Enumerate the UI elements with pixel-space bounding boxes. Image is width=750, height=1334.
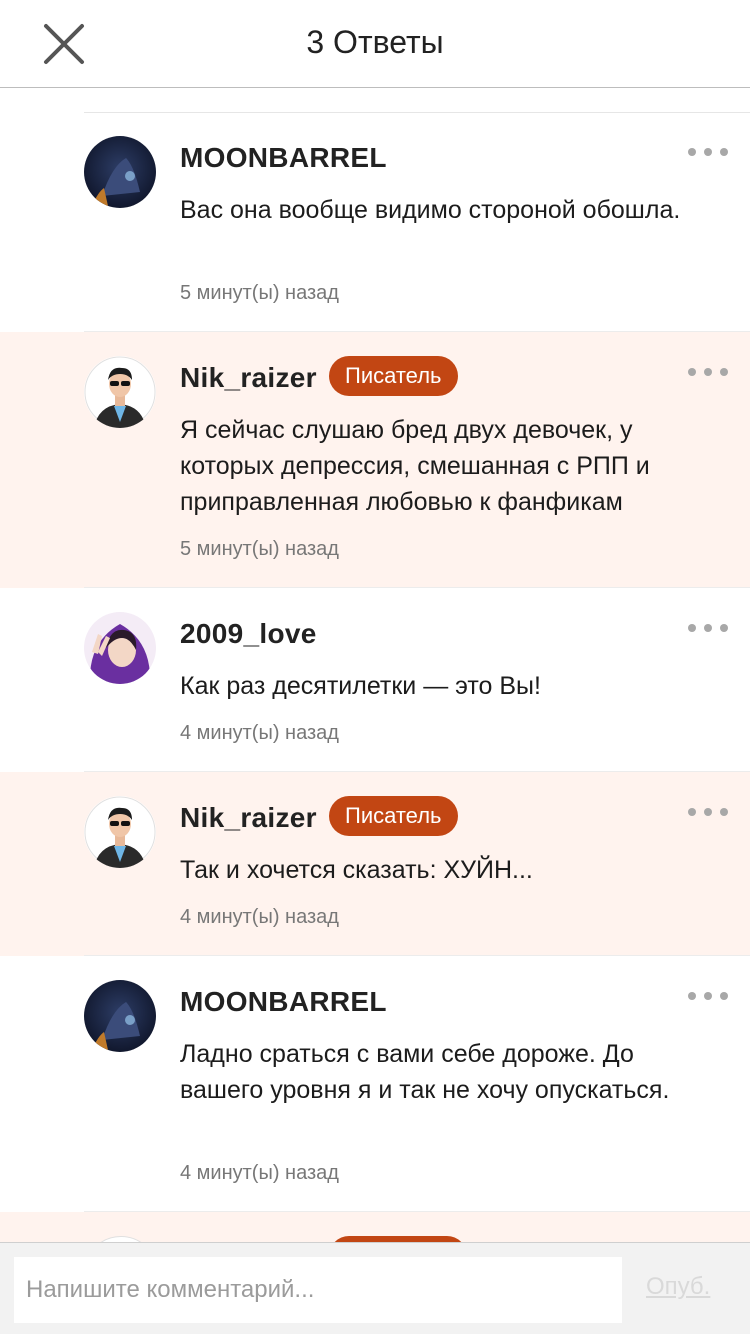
reply-item: Nik_raizer Писатель Так и хочется сказат… <box>0 772 750 956</box>
timestamp: 4 минут(ы) назад <box>180 1162 339 1184</box>
reply-text: Так и хочется сказать: ХУЙН... <box>180 856 533 884</box>
publish-button[interactable]: Опуб. <box>646 1273 710 1301</box>
reply-item <box>0 1212 750 1242</box>
avatar[interactable] <box>84 356 156 428</box>
replies-list[interactable]: MOONBARREL Вас она вообще видимо стороно… <box>0 88 750 1242</box>
writer-badge: Писатель <box>329 796 458 836</box>
page-title: 3 Ответы <box>306 24 444 60</box>
timestamp: 5 минут(ы) назад <box>180 538 339 560</box>
reply-item: MOONBARREL Вас она вообще видимо стороно… <box>0 112 750 332</box>
username[interactable]: Nik_raizer <box>180 802 317 834</box>
writer-badge: Писатель <box>329 356 458 396</box>
username[interactable]: Nik_raizer <box>180 362 317 394</box>
reply-text: Я сейчас слушаю бред двух девочек, у кот… <box>180 416 650 516</box>
timestamp: 4 минут(ы) назад <box>180 906 339 928</box>
reply-item: Nik_raizer Писатель Я сейчас слушаю бред… <box>0 332 750 588</box>
reply-item: 2009_love Как раз десятилетки — это Вы! … <box>0 588 750 772</box>
avatar[interactable] <box>84 612 156 684</box>
header: 3 Ответы <box>0 0 750 88</box>
comment-input[interactable] <box>14 1257 622 1323</box>
username[interactable]: MOONBARREL <box>180 142 387 174</box>
timestamp: 5 минут(ы) назад <box>180 282 339 304</box>
comment-bar: Опуб. <box>0 1242 750 1334</box>
username[interactable]: MOONBARREL <box>180 986 387 1018</box>
reply-text: Вас она вообще видимо стороной обошла. <box>180 196 681 224</box>
more-options-icon[interactable] <box>688 802 728 822</box>
avatar[interactable] <box>84 980 156 1052</box>
username[interactable]: 2009_love <box>180 618 317 650</box>
reply-text: Ладно сраться с вами себе дороже. До ваш… <box>180 1040 670 1104</box>
more-options-icon[interactable] <box>688 986 728 1006</box>
more-options-icon[interactable] <box>688 618 728 638</box>
more-options-icon[interactable] <box>688 142 728 162</box>
timestamp: 4 минут(ы) назад <box>180 722 339 744</box>
avatar[interactable] <box>84 136 156 208</box>
reply-item: MOONBARREL Ладно сраться с вами себе дор… <box>0 956 750 1212</box>
avatar[interactable] <box>84 796 156 868</box>
more-options-icon[interactable] <box>688 362 728 382</box>
reply-text: Как раз десятилетки — это Вы! <box>180 672 541 700</box>
